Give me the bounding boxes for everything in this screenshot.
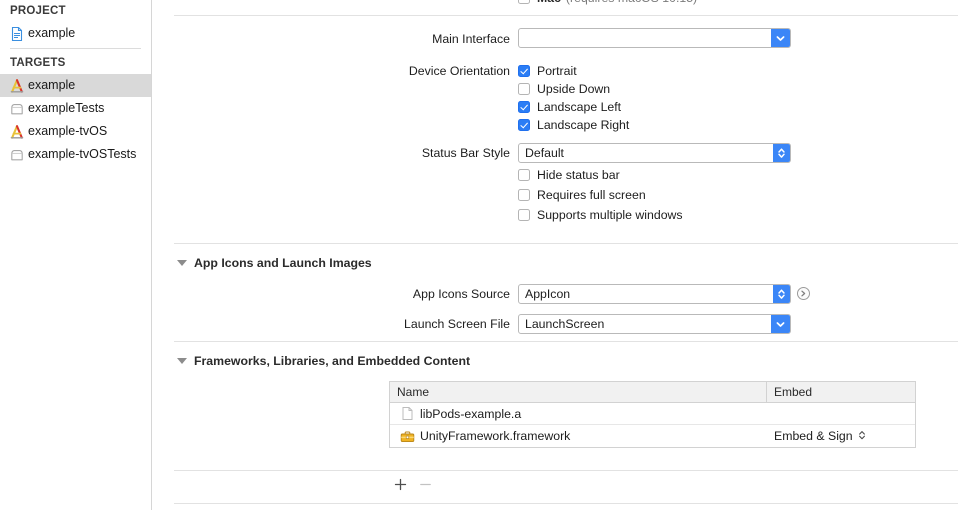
status-bar-style-label: Status Bar Style <box>330 146 510 160</box>
orientation-portrait-row[interactable]: Portrait <box>518 64 577 78</box>
sidebar-item-label: example-tvOS <box>28 120 107 143</box>
framework-name-text: UnityFramework.framework <box>420 429 570 443</box>
xcode-target-editor: PROJECT example TARGETS <box>0 0 962 510</box>
mac-platform-row[interactable]: Mac (requires macOS 10.15) <box>153 0 962 11</box>
column-header-embed[interactable]: Embed <box>767 382 915 402</box>
stepper-updown-icon[interactable] <box>858 429 866 444</box>
requires-full-screen-checkbox[interactable] <box>518 189 530 201</box>
sidebar-item-project-example[interactable]: example <box>0 22 151 45</box>
orientation-landscape-right-label: Landscape Right <box>537 118 629 132</box>
file-document-icon <box>400 406 415 421</box>
sidebar-divider <box>10 48 141 49</box>
app-target-icon <box>9 78 25 94</box>
targets-section-header: TARGETS <box>0 52 151 74</box>
requires-full-screen-label: Requires full screen <box>537 188 646 202</box>
add-framework-button[interactable] <box>393 477 407 491</box>
hide-status-bar-label: Hide status bar <box>537 168 620 182</box>
disclosure-triangle-icon[interactable] <box>177 260 187 266</box>
launch-screen-file-combobox[interactable]: LaunchScreen <box>518 314 791 334</box>
sidebar-item-target-example-tvostests[interactable]: example-tvOSTests <box>0 143 151 166</box>
section-separator-deployment <box>174 15 958 16</box>
table-row[interactable]: libPods-example.a <box>390 403 915 425</box>
app-target-icon <box>9 124 25 140</box>
disclosure-triangle-icon[interactable] <box>177 358 187 364</box>
sidebar-item-label: exampleTests <box>28 97 104 120</box>
framework-embed-text: Embed & Sign <box>774 429 853 443</box>
orientation-upside-down-label: Upside Down <box>537 82 610 96</box>
frameworks-table-header: Name Embed <box>390 382 915 403</box>
framework-name-cell: libPods-example.a <box>390 406 767 421</box>
hide-status-bar-row[interactable]: Hide status bar <box>518 168 620 182</box>
launch-screen-file-value: LaunchScreen <box>519 317 771 331</box>
supports-multiple-windows-row[interactable]: Supports multiple windows <box>518 208 683 222</box>
main-interface-combobox[interactable] <box>518 28 791 48</box>
chevron-down-icon[interactable] <box>771 315 790 333</box>
sidebar-item-label: example <box>28 22 75 45</box>
supports-multiple-windows-checkbox[interactable] <box>518 209 530 221</box>
stepper-updown-icon[interactable] <box>773 285 790 303</box>
orientation-upside-down-row[interactable]: Upside Down <box>518 82 610 96</box>
project-document-icon <box>9 26 25 42</box>
arrow-right-circle-icon <box>799 289 808 298</box>
orientation-landscape-left-row[interactable]: Landscape Left <box>518 100 621 114</box>
section-separator-frameworks <box>174 341 958 342</box>
column-header-name[interactable]: Name <box>390 382 767 402</box>
mac-platform-label: Mac <box>537 0 561 5</box>
app-icons-source-label: App Icons Source <box>330 287 510 301</box>
app-icons-section-header[interactable]: App Icons and Launch Images <box>177 256 372 270</box>
framework-embed-cell[interactable]: Embed & Sign <box>767 429 915 444</box>
table-toolbar-separator <box>174 470 958 471</box>
sidebar-item-target-example[interactable]: example <box>0 74 151 97</box>
launch-screen-file-label: Launch Screen File <box>330 317 510 331</box>
pane-bottom-separator <box>174 503 958 504</box>
status-bar-style-popup[interactable]: Default <box>518 143 791 163</box>
section-separator-app-icons <box>174 243 958 244</box>
chevron-down-icon[interactable] <box>771 29 790 47</box>
main-interface-label: Main Interface <box>330 32 510 46</box>
frameworks-section-title: Frameworks, Libraries, and Embedded Cont… <box>194 354 470 368</box>
framework-name-text: libPods-example.a <box>420 407 521 421</box>
sidebar-item-target-exampletests[interactable]: exampleTests <box>0 97 151 120</box>
target-settings-pane: Mac (requires macOS 10.15) Main Interfac… <box>153 0 962 510</box>
test-target-icon <box>9 147 25 163</box>
orientation-landscape-left-checkbox[interactable] <box>518 101 530 113</box>
framework-toolbox-icon <box>400 429 415 444</box>
sidebar-item-label: example <box>28 74 75 97</box>
project-section-header: PROJECT <box>0 0 151 22</box>
app-icons-source-value: AppIcon <box>519 287 773 301</box>
sidebar-item-label: example-tvOSTests <box>28 143 136 166</box>
orientation-upside-down-checkbox[interactable] <box>518 83 530 95</box>
orientation-landscape-right-row[interactable]: Landscape Right <box>518 118 629 132</box>
sidebar-item-target-example-tvos[interactable]: example-tvOS <box>0 120 151 143</box>
orientation-landscape-right-checkbox[interactable] <box>518 119 530 131</box>
project-targets-sidebar: PROJECT example TARGETS <box>0 0 152 510</box>
embed-popup[interactable]: Embed & Sign <box>774 429 866 444</box>
requires-full-screen-row[interactable]: Requires full screen <box>518 188 646 202</box>
supports-multiple-windows-label: Supports multiple windows <box>537 208 683 222</box>
app-icons-section-title: App Icons and Launch Images <box>194 256 372 270</box>
app-icons-navigate-button[interactable] <box>797 287 810 300</box>
mac-platform-checkbox[interactable] <box>518 0 530 4</box>
orientation-portrait-label: Portrait <box>537 64 577 78</box>
mac-platform-note: (requires macOS 10.15) <box>566 0 697 5</box>
status-bar-style-value: Default <box>519 146 773 160</box>
orientation-portrait-checkbox[interactable] <box>518 65 530 77</box>
hide-status-bar-checkbox[interactable] <box>518 169 530 181</box>
app-icons-source-popup[interactable]: AppIcon <box>518 284 791 304</box>
test-target-icon <box>9 101 25 117</box>
framework-name-cell: UnityFramework.framework <box>390 429 767 444</box>
remove-framework-button[interactable] <box>418 477 432 491</box>
frameworks-section-header[interactable]: Frameworks, Libraries, and Embedded Cont… <box>177 354 470 368</box>
orientation-landscape-left-label: Landscape Left <box>537 100 621 114</box>
frameworks-table: Name Embed libPods-example.a <box>389 381 916 448</box>
stepper-updown-icon[interactable] <box>773 144 790 162</box>
table-row[interactable]: UnityFramework.framework Embed & Sign <box>390 425 915 447</box>
device-orientation-label: Device Orientation <box>330 64 510 78</box>
